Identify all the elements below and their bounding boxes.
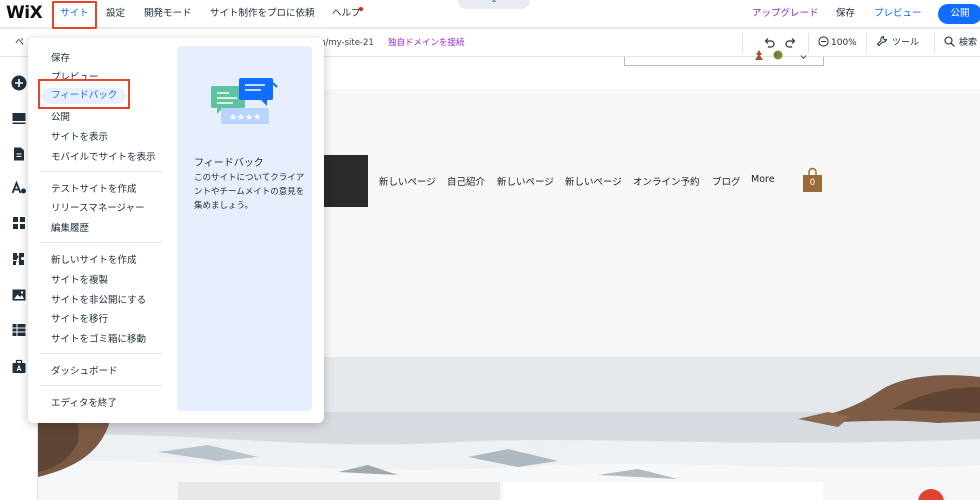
publish-button[interactable]: 公開 (938, 4, 980, 24)
menu-item-dashboard[interactable]: ダッシュボード (51, 363, 118, 377)
menu-item-new-site[interactable]: 新しいサイトを作成 (51, 252, 137, 266)
redo-icon[interactable] (784, 36, 798, 50)
content-strip (178, 482, 500, 500)
toolbar-divider (866, 33, 867, 53)
site-nav-item[interactable]: 自己紹介 (447, 174, 485, 188)
menu-hire-pro[interactable]: サイト制作をプロに依頼 (210, 0, 315, 28)
tools-button[interactable]: ツール (876, 29, 919, 57)
toolbar-divider (742, 33, 743, 53)
zoom-level: 100% (831, 38, 857, 48)
feedback-illustration-icon: ★★★★ (211, 78, 278, 124)
menu-item-release-manager[interactable]: リリースマネージャー (51, 200, 145, 214)
media-icon[interactable] (11, 287, 27, 303)
site-menu-dropdown: 保存 プレビュー フィードバック 公開 サイトを表示 モバイルでサイトを表示 テ… (28, 38, 324, 423)
content-strip (503, 482, 823, 500)
sections-icon[interactable] (11, 110, 27, 126)
toolbar-divider (934, 33, 935, 53)
feedback-info-panel: ★★★★ フィードバック このサイトについてクライアントやチームメイトの意見を集… (177, 46, 312, 411)
preview-button[interactable]: プレビュー (874, 0, 922, 28)
editor-top-bar: WiX サイト 設定 開発モード サイト制作をプロに依頼 ヘルプ ⌃ アップグレ… (0, 0, 980, 29)
page-selector[interactable]: ペ (15, 29, 24, 57)
menu-settings[interactable]: 設定 (106, 0, 125, 28)
menu-item-trash[interactable]: サイトをゴミ箱に移動 (51, 331, 146, 345)
site-nav-item[interactable]: オンライン予約 (633, 174, 700, 188)
menu-divider (40, 353, 162, 354)
business-apps-icon[interactable] (11, 251, 27, 267)
theme-icon[interactable] (11, 180, 27, 196)
language-selector[interactable] (624, 50, 824, 66)
connect-domain-link[interactable]: 独自ドメインを接続 (388, 29, 465, 57)
menu-item-history[interactable]: 編集履歴 (51, 220, 89, 234)
site-nav-item[interactable]: 新しいページ (379, 174, 436, 188)
search-icon (944, 36, 955, 47)
undo-icon[interactable] (762, 36, 776, 50)
menu-item-transfer[interactable]: サイトを移行 (51, 311, 108, 325)
portfolio-icon[interactable] (11, 359, 27, 375)
highlight-box-feedback (38, 79, 130, 109)
menu-item-save[interactable]: 保存 (51, 50, 70, 64)
flag-icon (755, 50, 763, 60)
menu-divider (40, 242, 162, 243)
site-nav-item[interactable]: More (751, 174, 775, 185)
menu-divider (40, 171, 162, 172)
site-nav-item[interactable]: 新しいページ (565, 174, 622, 188)
menu-dev-mode[interactable]: 開発モード (144, 0, 192, 28)
menu-item-create-test-site[interactable]: テストサイトを作成 (51, 181, 137, 195)
collapse-toolbar-button[interactable]: ⌃ (458, 0, 530, 9)
flag-icon (773, 50, 783, 60)
menu-help[interactable]: ヘルプ (332, 0, 361, 28)
svg-text:★★★★: ★★★★ (229, 113, 261, 123)
search-label: 検索 (959, 38, 978, 48)
add-elements-icon[interactable] (11, 75, 27, 91)
chevron-down-icon (800, 55, 807, 60)
site-nav-item[interactable]: 新しいページ (497, 174, 554, 188)
menu-item-unpublish[interactable]: サイトを非公開にする (51, 292, 146, 306)
apps-icon[interactable] (11, 215, 27, 231)
tools-label: ツール (892, 38, 920, 48)
menu-divider (40, 385, 162, 386)
upgrade-link[interactable]: アップグレード (752, 0, 819, 28)
menu-item-exit-editor[interactable]: エディタを終了 (51, 395, 117, 409)
menu-item-duplicate-site[interactable]: サイトを複製 (51, 272, 108, 286)
zoom-out-icon (818, 36, 829, 47)
pages-icon[interactable] (11, 146, 27, 162)
wrench-icon (876, 35, 888, 47)
panel-description: このサイトについてクライアントやチームメイトの意見を集めましょう。 (194, 173, 305, 211)
site-nav-item[interactable]: ブログ (712, 174, 741, 188)
menu-item-publish[interactable]: 公開 (51, 109, 70, 123)
cart-count: 0 (809, 178, 816, 188)
menu-item-view-site[interactable]: サイトを表示 (51, 129, 108, 143)
cms-icon[interactable] (11, 322, 27, 338)
save-button[interactable]: 保存 (836, 0, 855, 28)
menu-item-view-mobile[interactable]: モバイルでサイトを表示 (51, 149, 156, 163)
panel-title: フィードバック (194, 158, 264, 169)
notification-dot (359, 7, 363, 11)
site-logo-block[interactable] (318, 155, 368, 207)
zoom-control[interactable]: 100% (818, 29, 857, 57)
wix-logo[interactable]: WiX (6, 3, 43, 23)
search-button[interactable]: 検索 (944, 29, 977, 57)
highlight-box-site-menu (52, 1, 97, 29)
toolbar-divider (808, 33, 809, 53)
